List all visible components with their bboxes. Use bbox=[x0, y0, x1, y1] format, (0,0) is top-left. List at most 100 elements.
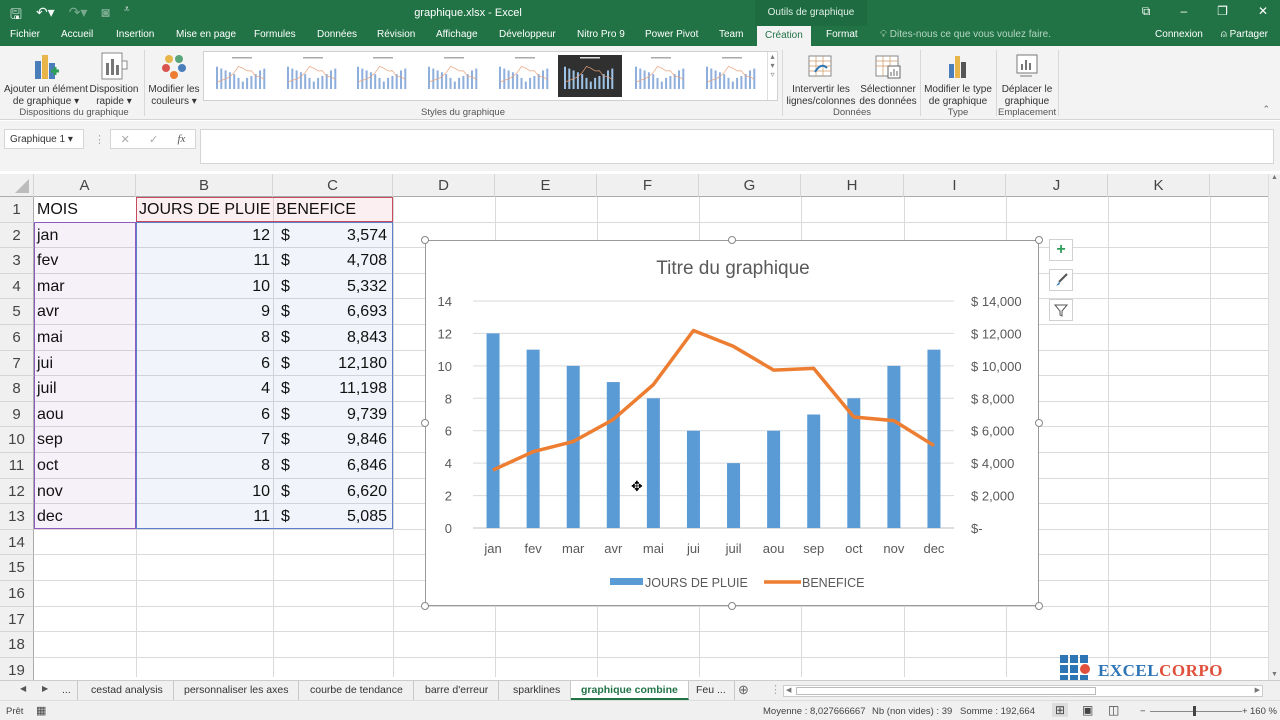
minimize-icon[interactable]: – bbox=[1180, 4, 1187, 19]
next-sheet-icon[interactable]: ▶ bbox=[42, 684, 48, 693]
cell-month[interactable]: aou bbox=[34, 402, 136, 428]
prev-sheet-icon[interactable]: ◀ bbox=[20, 684, 26, 693]
chart-style-thumbnail[interactable] bbox=[493, 55, 557, 97]
column-header-j[interactable]: J bbox=[1006, 174, 1108, 197]
tab-affichage[interactable]: Affichage bbox=[436, 29, 478, 40]
zoom-level[interactable]: 160 % bbox=[1250, 706, 1277, 717]
cell-month[interactable]: avr bbox=[34, 299, 136, 325]
chart-style-thumbnail[interactable] bbox=[629, 55, 693, 97]
cell-profit[interactable]: 9,739 bbox=[300, 402, 390, 428]
chart-elements-button[interactable]: + bbox=[1049, 239, 1073, 261]
legend-swatch-jours-de-pluie[interactable] bbox=[610, 578, 643, 585]
chart-style-thumbnail[interactable] bbox=[558, 55, 622, 97]
formula-input[interactable] bbox=[200, 129, 1274, 164]
cell-profit[interactable]: 5,332 bbox=[300, 274, 390, 300]
cell-profit[interactable]: 8,843 bbox=[300, 325, 390, 351]
cell-rain-days[interactable]: 8 bbox=[136, 453, 273, 479]
tab-donnees[interactable]: Données bbox=[317, 29, 357, 40]
change-chart-type-button[interactable]: Modifier le type de graphique bbox=[922, 50, 994, 108]
normal-view-icon[interactable]: ⊞ bbox=[1052, 703, 1069, 717]
quick-layout-button[interactable]: Disposition rapide ▾ bbox=[88, 50, 140, 108]
row-header-5[interactable]: 5 bbox=[0, 299, 34, 325]
tab-team[interactable]: Team bbox=[719, 29, 743, 40]
bar-jours-de-pluie[interactable] bbox=[606, 382, 620, 528]
row-header-7[interactable]: 7 bbox=[0, 350, 34, 377]
bar-jours-de-pluie[interactable] bbox=[646, 398, 660, 528]
tab-power-pivot[interactable]: Power Pivot bbox=[645, 29, 698, 40]
row-header-2[interactable]: 2 bbox=[0, 222, 34, 249]
sheet-tab[interactable]: Feu ... bbox=[688, 681, 735, 700]
sheet-tab[interactable]: sparklines bbox=[503, 681, 572, 700]
select-data-button[interactable]: Sélectionner des données bbox=[858, 50, 918, 108]
column-header-k[interactable]: K bbox=[1108, 174, 1210, 197]
more-sheets-left[interactable]: ... bbox=[56, 681, 78, 700]
bar-jours-de-pluie[interactable] bbox=[686, 430, 700, 528]
zoom-slider[interactable] bbox=[1150, 711, 1242, 712]
resize-handle-b[interactable] bbox=[728, 602, 736, 610]
cell-header-jours-de-pluie[interactable]: JOURS DE PLUIE bbox=[136, 197, 273, 223]
cell-profit[interactable]: 9,846 bbox=[300, 427, 390, 453]
tab-formules[interactable]: Formules bbox=[254, 29, 296, 40]
sheet-tab[interactable]: courbe de tendance bbox=[300, 681, 414, 700]
cell-profit[interactable]: 4,708 bbox=[300, 248, 390, 274]
tab-accueil[interactable]: Accueil bbox=[61, 29, 93, 40]
row-header-18[interactable]: 18 bbox=[0, 632, 34, 658]
cell-month[interactable]: fev bbox=[34, 248, 136, 274]
chart-style-thumbnail[interactable] bbox=[210, 55, 274, 97]
chart-style-thumbnail[interactable] bbox=[700, 55, 764, 97]
horizontal-scrollbar[interactable]: ◀ ▶ bbox=[783, 685, 1263, 697]
cell-month[interactable]: dec bbox=[34, 504, 136, 530]
line-benefice[interactable] bbox=[492, 328, 935, 472]
scroll-thumb[interactable] bbox=[796, 687, 1096, 695]
add-chart-element-button[interactable]: Ajouter un élément de graphique ▾ bbox=[4, 50, 88, 108]
resize-handle-tl[interactable] bbox=[421, 236, 429, 244]
restore-icon[interactable]: ❐ bbox=[1217, 4, 1228, 19]
chart-style-thumbnail[interactable] bbox=[422, 55, 486, 97]
tell-me-box[interactable]: 💡︎ Dites-nous ce que vous voulez faire. bbox=[880, 29, 1051, 40]
row-header-14[interactable]: 14 bbox=[0, 529, 34, 556]
cell-header-benefice[interactable]: BENEFICE bbox=[273, 197, 393, 223]
name-box[interactable]: Graphique 1 ▾ bbox=[4, 129, 84, 149]
cell-header-mois[interactable]: MOIS bbox=[34, 197, 136, 223]
cell-rain-days[interactable]: 11 bbox=[136, 504, 273, 530]
tab-revision[interactable]: Révision bbox=[377, 29, 415, 40]
gallery-scroll[interactable]: ▴ ▾ ▿ bbox=[767, 52, 777, 100]
status-average[interactable]: Moyenne : 8,027666667 bbox=[763, 706, 865, 717]
bar-jours-de-pluie[interactable] bbox=[807, 414, 821, 529]
cell-rain-days[interactable]: 6 bbox=[136, 402, 273, 428]
insert-function-icon[interactable]: fx bbox=[177, 133, 185, 145]
cell-profit[interactable]: 6,620 bbox=[300, 479, 390, 505]
column-header-a[interactable]: A bbox=[34, 174, 136, 197]
column-header-c[interactable]: C bbox=[273, 174, 393, 197]
cell-rain-days[interactable]: 4 bbox=[136, 376, 273, 402]
column-header-b[interactable]: B bbox=[136, 174, 273, 197]
column-header-partial[interactable] bbox=[1210, 174, 1268, 197]
column-header-i[interactable]: I bbox=[904, 174, 1006, 197]
vertical-scrollbar[interactable]: ▲ ▼ bbox=[1268, 174, 1280, 680]
sheet-tab-active[interactable]: graphique combine bbox=[571, 681, 689, 700]
select-all-button[interactable] bbox=[0, 174, 34, 197]
cell-profit[interactable]: 6,846 bbox=[300, 453, 390, 479]
cell-profit[interactable]: 5,085 bbox=[300, 504, 390, 530]
status-sum[interactable]: Somme : 192,664 bbox=[960, 706, 1035, 717]
bar-jours-de-pluie[interactable] bbox=[566, 365, 580, 528]
resize-handle-br[interactable] bbox=[1035, 602, 1043, 610]
cell-rain-days[interactable]: 8 bbox=[136, 325, 273, 351]
zoom-slider-thumb[interactable] bbox=[1193, 706, 1196, 716]
ribbon-display-options-icon[interactable]: ⧉ bbox=[1142, 4, 1151, 19]
row-header-13[interactable]: 13 bbox=[0, 504, 34, 530]
status-count[interactable]: Nb (non vides) : 39 bbox=[872, 706, 952, 717]
tab-insertion[interactable]: Insertion bbox=[116, 29, 154, 40]
row-header-9[interactable]: 9 bbox=[0, 401, 34, 428]
row-header-16[interactable]: 16 bbox=[0, 581, 34, 607]
resize-handle-t[interactable] bbox=[728, 236, 736, 244]
cell-profit[interactable]: 3,574 bbox=[300, 223, 390, 249]
page-layout-view-icon[interactable]: ▣ bbox=[1082, 703, 1093, 717]
row-header-8[interactable]: 8 bbox=[0, 376, 34, 402]
cell-month[interactable]: mai bbox=[34, 325, 136, 351]
cell-rain-days[interactable]: 10 bbox=[136, 479, 273, 505]
close-icon[interactable]: ✕ bbox=[1258, 4, 1268, 19]
bar-jours-de-pluie[interactable] bbox=[927, 349, 941, 528]
cell-rain-days[interactable]: 7 bbox=[136, 427, 273, 453]
sheet-tab[interactable]: personnaliser les axes bbox=[174, 681, 300, 700]
